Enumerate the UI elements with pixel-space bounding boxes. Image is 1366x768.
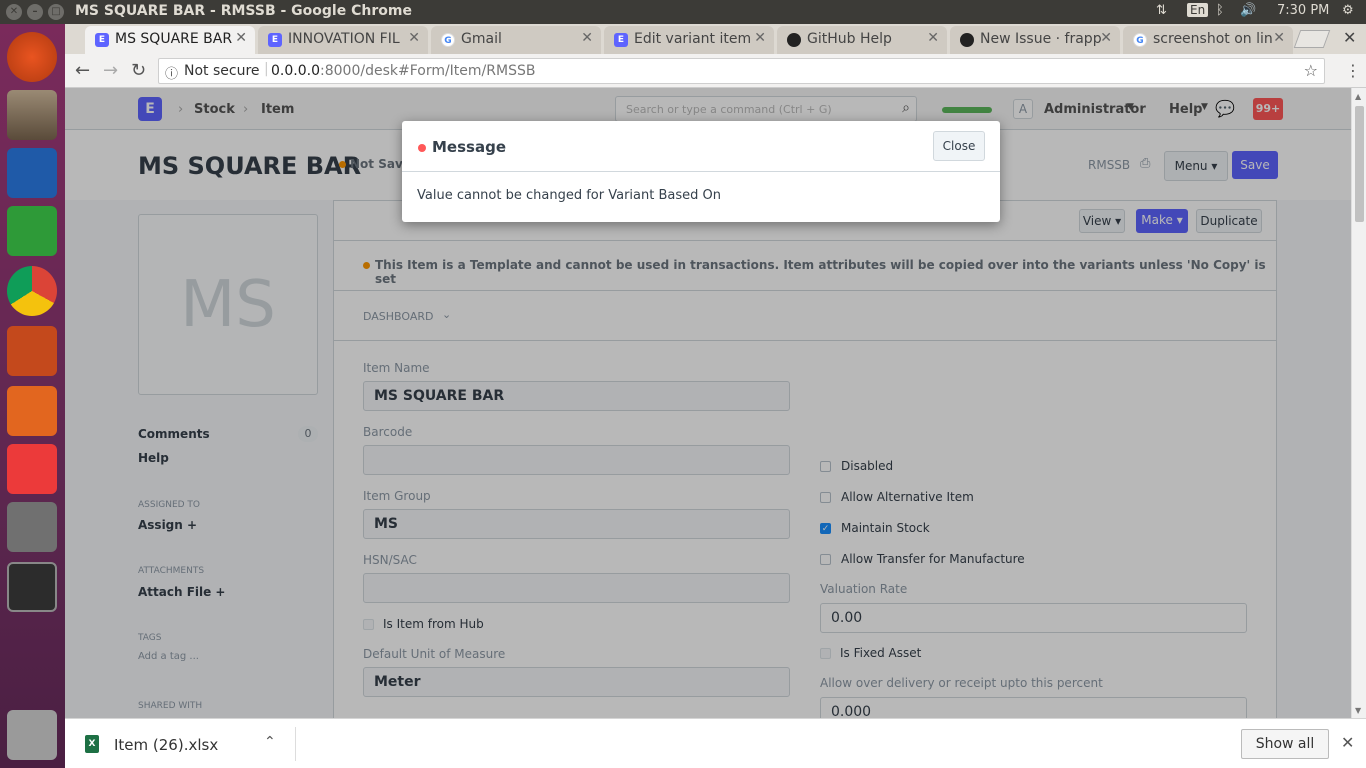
bluetooth-icon[interactable]: ᛒ (1216, 3, 1224, 18)
tab-gmail[interactable]: G Gmail ✕ (431, 26, 601, 54)
close-icon[interactable]: ✕ (754, 30, 766, 46)
chrome-menu-icon[interactable]: ⋮ (1345, 61, 1361, 80)
scroll-down-icon[interactable]: ▼ (1355, 706, 1361, 715)
erpnext-icon: E (95, 33, 109, 47)
bookmark-star-icon[interactable]: ☆ (1304, 61, 1318, 80)
browser-toolbar: ← → ↻ ⓘ Not secure | 0.0.0.0 :8000/desk#… (65, 54, 1366, 88)
close-window-icon[interactable]: ✕ (1343, 28, 1356, 47)
reload-icon[interactable]: ↻ (131, 60, 146, 81)
close-icon[interactable]: ✕ (1341, 733, 1354, 752)
message-dialog: Message Close Value cannot be changed fo… (402, 121, 1000, 222)
writer-icon[interactable] (7, 148, 57, 198)
tab-edit-variant[interactable]: E Edit variant item ✕ (604, 26, 774, 54)
close-window-button[interactable]: ✕ (6, 4, 22, 20)
tab-label: GitHub Help (807, 31, 892, 47)
minimize-window-button[interactable]: – (27, 4, 43, 20)
tab-innovation[interactable]: E INNOVATION FIL ✕ (258, 26, 428, 54)
clock[interactable]: 7:30 PM (1277, 3, 1329, 18)
url-host: 0.0.0.0 (271, 63, 320, 79)
google-icon: G (441, 33, 455, 47)
tab-label: New Issue · frapp (980, 31, 1102, 47)
back-arrow-icon[interactable]: ← (75, 60, 90, 81)
divider (295, 727, 296, 761)
close-icon[interactable]: ✕ (927, 30, 939, 46)
security-label: Not secure (184, 63, 260, 79)
modal-divider (402, 171, 1000, 172)
show-all-button[interactable]: Show all (1241, 729, 1329, 759)
tab-new-issue[interactable]: New Issue · frapp ✕ (950, 26, 1120, 54)
download-file-name[interactable]: Item (26).xlsx (114, 736, 218, 754)
system-settings-icon[interactable] (7, 502, 57, 552)
erpnext-icon: E (268, 33, 282, 47)
close-icon[interactable]: ✕ (581, 30, 593, 46)
scroll-up-icon[interactable]: ▲ (1355, 92, 1361, 101)
erpnext-icon: E (614, 33, 628, 47)
files-icon[interactable] (7, 90, 57, 140)
launcher (0, 24, 65, 768)
settings-gear-icon[interactable]: ⚙ (1342, 3, 1354, 18)
terminal-icon[interactable] (7, 562, 57, 612)
chevron-up-icon[interactable]: ⌃ (264, 734, 276, 750)
tab-label: Edit variant item (634, 31, 752, 47)
keyboard-language-indicator[interactable]: En (1187, 3, 1209, 17)
excel-file-icon: X (85, 735, 99, 753)
forward-arrow-icon[interactable]: → (103, 60, 118, 81)
url-path: :8000/desk#Form/Item/RMSSB (320, 63, 536, 79)
system-top-bar: ✕ – □ MS SQUARE BAR - RMSSB - Google Chr… (0, 0, 1366, 24)
scrollbar-thumb[interactable] (1355, 106, 1364, 222)
maximize-window-button[interactable]: □ (48, 4, 64, 20)
calc-icon[interactable] (7, 206, 57, 256)
ubuntu-dash-icon[interactable] (7, 32, 57, 82)
anydesk-icon[interactable] (7, 444, 57, 494)
window-title: MS SQUARE BAR - RMSSB - Google Chrome (75, 3, 412, 19)
tab-label: screenshot on lin (1153, 31, 1273, 47)
google-icon: G (1133, 33, 1147, 47)
page-scrollbar[interactable]: ▲ ▼ (1351, 88, 1366, 718)
github-icon (960, 33, 974, 47)
github-icon (787, 33, 801, 47)
download-bar: X Item (26).xlsx ⌃ Show all ✕ (65, 718, 1366, 768)
info-icon[interactable]: ⓘ (165, 63, 178, 82)
close-icon[interactable]: ✕ (408, 30, 420, 46)
tab-ms-square-bar[interactable]: E MS SQUARE BAR ✕ (85, 26, 255, 54)
close-button[interactable]: Close (933, 131, 985, 161)
close-icon[interactable]: ✕ (1100, 30, 1112, 46)
tab-label: Gmail (461, 31, 502, 47)
tab-strip: E MS SQUARE BAR ✕ E INNOVATION FIL ✕ G G… (65, 24, 1366, 54)
software-center-icon[interactable] (7, 386, 57, 436)
close-icon[interactable]: ✕ (1273, 30, 1285, 46)
tab-screenshot[interactable]: G screenshot on lin ✕ (1123, 26, 1293, 54)
separator: | (264, 61, 269, 77)
tab-github-help[interactable]: GitHub Help ✕ (777, 26, 947, 54)
volume-icon[interactable]: 🔊 (1240, 3, 1256, 18)
impress-icon[interactable] (7, 326, 57, 376)
network-icon[interactable]: ⇅ (1156, 3, 1167, 18)
modal-title: Message (432, 138, 506, 156)
tab-label: MS SQUARE BAR (115, 31, 233, 47)
tab-label: INNOVATION FIL (288, 31, 400, 47)
message-indicator-dot (418, 144, 426, 152)
address-bar[interactable]: ⓘ Not secure | 0.0.0.0 :8000/desk#Form/I… (158, 58, 1325, 84)
trash-icon[interactable] (7, 710, 57, 760)
close-icon[interactable]: ✕ (235, 30, 247, 46)
new-tab-button[interactable] (1293, 30, 1331, 48)
chrome-icon[interactable] (7, 266, 57, 316)
modal-message: Value cannot be changed for Variant Base… (417, 188, 721, 203)
